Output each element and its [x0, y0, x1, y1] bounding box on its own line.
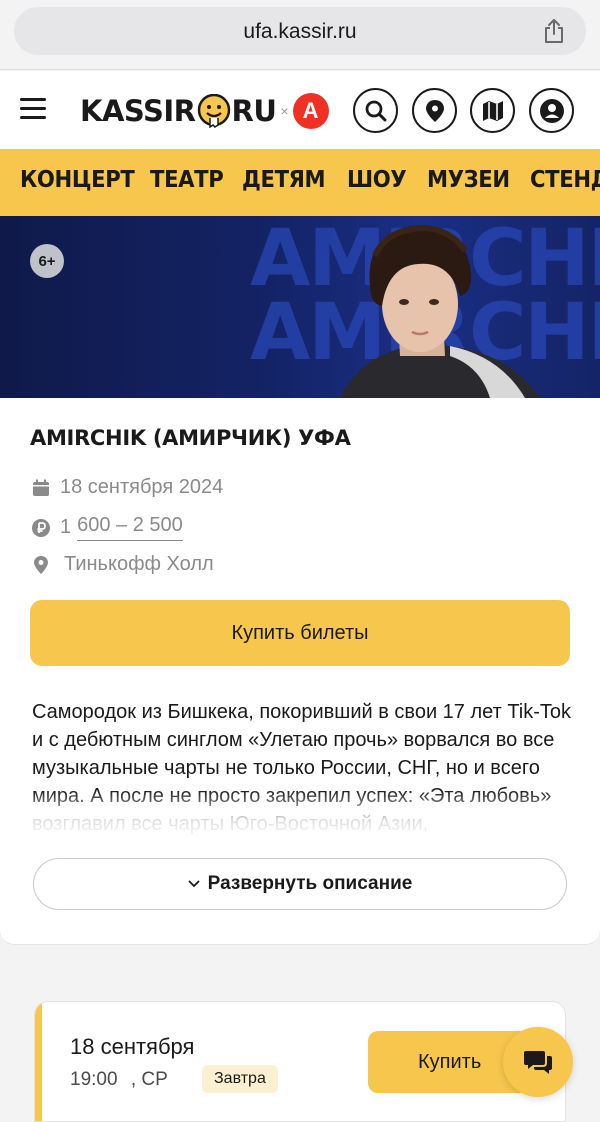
artist-photo [340, 224, 540, 398]
price-prefix: 1 [60, 516, 72, 538]
expand-description-label: Развернуть описание [207, 873, 413, 894]
alfa-bank-logo: А [292, 93, 329, 129]
buy-tickets-button[interactable]: Купить билеты [30, 600, 570, 666]
ruble-icon [32, 518, 50, 537]
profile-button[interactable] [529, 88, 574, 133]
user-icon [539, 98, 564, 123]
session-badge: Завтра [202, 1065, 278, 1093]
session-time: 19:00 , СР [70, 1069, 168, 1091]
event-price-row: 1 600 – 2 500 [30, 514, 183, 541]
price-range-link[interactable]: 600 – 2 500 [77, 514, 183, 541]
chevron-down-icon [188, 880, 200, 888]
city-button[interactable] [412, 88, 457, 133]
search-icon [365, 100, 386, 121]
search-button[interactable] [353, 88, 398, 133]
map-icon [482, 100, 503, 121]
share-icon[interactable] [540, 17, 568, 45]
url-text[interactable]: ufa.kassir.ru [14, 20, 586, 44]
kassir-logo[interactable]: KASSIR RU × А [80, 89, 329, 133]
category-museums[interactable]: МУЗЕИ [427, 167, 510, 193]
site-header: KASSIR RU × А [0, 71, 600, 149]
event-card: AMIRCHIK AMIRCHIK 6+ AMIRCHIK (АМИРЧИК) … [0, 216, 600, 944]
event-title: AMIRCHIK (АМИРЧИК) УФА [30, 426, 351, 450]
location-icon [34, 555, 48, 574]
address-bar[interactable]: ufa.kassir.ru [14, 7, 586, 55]
event-venue-row: Тинькофф Холл [30, 553, 214, 576]
event-venue[interactable]: Тинькофф Холл [64, 553, 214, 576]
session-date: 18 сентября [70, 1034, 195, 1059]
map-button[interactable] [470, 88, 515, 133]
category-concert[interactable]: КОНЦЕРТ [20, 167, 135, 193]
logo-separator: × [280, 103, 289, 119]
calendar-icon [33, 479, 49, 496]
description-fade [0, 790, 600, 840]
category-theatre[interactable]: ТЕАТР [150, 167, 224, 193]
event-date-row: 18 сентября 2024 [30, 476, 223, 499]
category-nav: КОНЦЕРТ ТЕАТР ДЕТЯМ ШОУ МУЗЕИ СТЕНД [0, 149, 600, 216]
session-weekday: , СР [130, 1069, 168, 1090]
logo-text-left: KASSIR [80, 94, 196, 128]
session-accent-bar [35, 1002, 42, 1121]
hamburger-icon[interactable] [20, 98, 48, 120]
category-kids[interactable]: ДЕТЯМ [242, 167, 326, 193]
chat-support-button[interactable] [503, 1027, 573, 1097]
session-time-value: 19:00 [70, 1069, 118, 1090]
event-banner: AMIRCHIK AMIRCHIK 6+ [0, 216, 600, 398]
category-standup[interactable]: СТЕНД [530, 167, 600, 193]
category-show[interactable]: ШОУ [347, 167, 407, 193]
session-card[interactable]: 18 сентября 19:00 , СР Завтра Купить [34, 1001, 566, 1122]
smile-logo-icon [197, 94, 230, 128]
location-pin-icon [425, 99, 444, 122]
logo-text-right: RU [231, 94, 277, 128]
browser-toolbar: ufa.kassir.ru [0, 0, 600, 70]
age-rating-badge: 6+ [30, 244, 64, 278]
expand-description-button[interactable]: Развернуть описание [33, 858, 567, 910]
chat-icon [524, 1051, 552, 1074]
event-date: 18 сентября 2024 [60, 476, 224, 498]
